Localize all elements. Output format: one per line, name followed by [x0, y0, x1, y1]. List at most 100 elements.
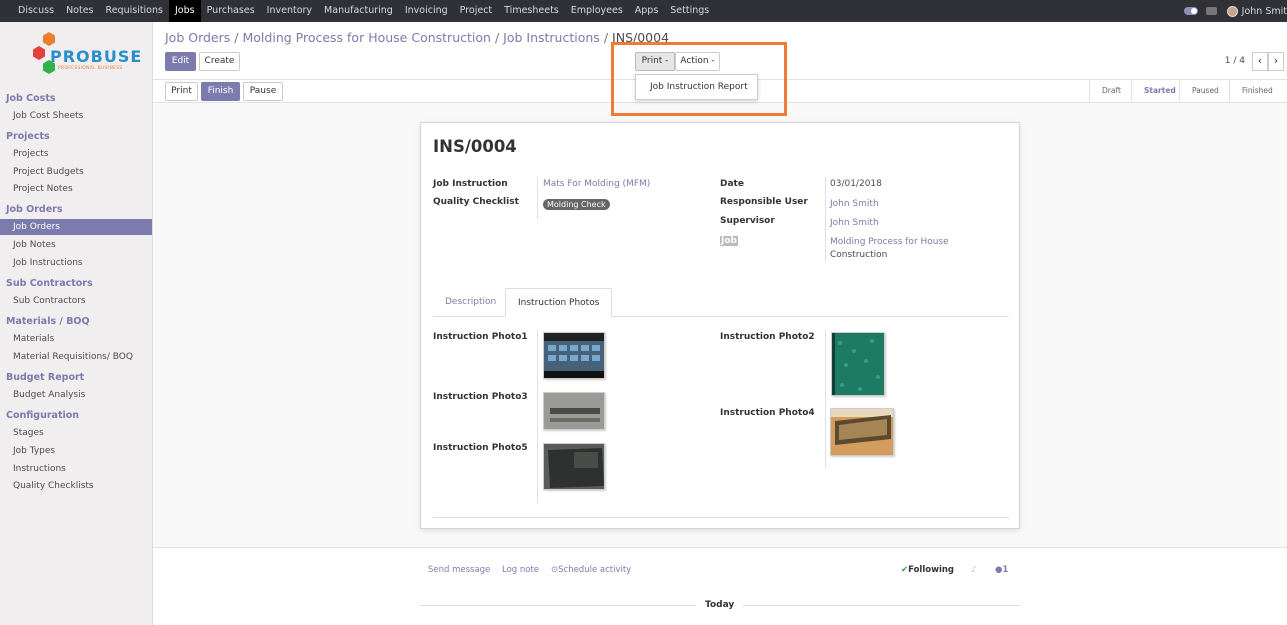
- print-button[interactable]: Print: [165, 82, 198, 101]
- label-instruction-photo4: Instruction Photo4: [720, 408, 815, 418]
- stage-draft[interactable]: Draft: [1089, 80, 1131, 102]
- stage-started[interactable]: Started: [1131, 80, 1179, 102]
- sidebar-item-job-notes[interactable]: Job Notes: [0, 237, 152, 253]
- schedule-activity-link[interactable]: ⊙Schedule activity: [551, 565, 631, 575]
- menu-project[interactable]: Project: [454, 0, 499, 22]
- breadcrumb-separator: /: [494, 30, 500, 45]
- sidebar-item-quality-checklists[interactable]: Quality Checklists: [0, 478, 152, 494]
- label-instruction-photo1: Instruction Photo1: [433, 332, 528, 342]
- label-date: Date: [720, 179, 744, 189]
- section-projects: Projects: [6, 131, 50, 142]
- sidebar-item-instructions[interactable]: Instructions: [0, 461, 152, 477]
- section-sub-contractors: Sub Contractors: [6, 278, 93, 289]
- user-menu[interactable]: John Smit: [1242, 6, 1287, 17]
- sidebar-item-projects[interactable]: Projects: [0, 146, 152, 162]
- photo2-thumbnail-icon: [832, 333, 884, 395]
- menu-notes[interactable]: Notes: [60, 0, 99, 22]
- field-divider: [537, 177, 538, 219]
- app-menu: Discuss Notes Requisitions Jobs Purchase…: [0, 0, 715, 22]
- breadcrumb-job-instructions[interactable]: Job Instructions: [503, 30, 600, 45]
- field-date[interactable]: 03/01/2018: [830, 179, 882, 189]
- logo-tagline: PROFESSIONAL BUSINESS: [58, 66, 123, 71]
- section-job-costs: Job Costs: [6, 93, 56, 104]
- sidebar-item-job-instructions[interactable]: Job Instructions: [0, 255, 152, 271]
- field-divider: [825, 330, 826, 468]
- label-job: Job: [720, 236, 738, 246]
- logo-hex-icon: [43, 32, 55, 46]
- quality-checklist-tag[interactable]: Molding Check: [543, 199, 610, 210]
- sidebar-item-project-budgets[interactable]: Project Budgets: [0, 164, 152, 180]
- chatter: Send message Log note ⊙Schedule activity…: [153, 547, 1287, 625]
- photo5-thumbnail-icon: [544, 444, 604, 489]
- section-configuration: Configuration: [6, 410, 80, 421]
- today-separator: Today: [705, 600, 735, 610]
- sidebar-item-materials[interactable]: Materials: [0, 331, 152, 347]
- stage-finished[interactable]: Finished: [1229, 80, 1287, 102]
- label-instruction-photo2: Instruction Photo2: [720, 332, 815, 342]
- tab-instruction-photos[interactable]: Instruction Photos: [505, 288, 613, 317]
- label-quality-checklist: Quality Checklist: [433, 197, 519, 207]
- photo1-thumbnail-icon: [544, 333, 604, 378]
- instruction-photo5-image[interactable]: [543, 443, 605, 490]
- finish-button[interactable]: Finish: [201, 82, 240, 101]
- menu-timesheets[interactable]: Timesheets: [498, 0, 565, 22]
- menu-employees[interactable]: Employees: [565, 0, 629, 22]
- sidebar-item-budget-analysis[interactable]: Budget Analysis: [0, 387, 152, 403]
- systray: John Smit: [1183, 0, 1287, 22]
- label-supervisor: Supervisor: [720, 216, 775, 226]
- field-divider: [825, 177, 826, 261]
- sidebar-item-sub-contractors[interactable]: Sub Contractors: [0, 293, 152, 309]
- sidebar-item-project-notes[interactable]: Project Notes: [0, 181, 152, 197]
- field-responsible-user[interactable]: John Smith: [830, 199, 879, 209]
- pager-previous-button[interactable]: ‹: [1252, 52, 1268, 71]
- menu-invoicing[interactable]: Invoicing: [399, 0, 454, 22]
- instruction-photo2-image[interactable]: [831, 332, 885, 396]
- breadcrumb: Job Orders / Molding Process for House C…: [165, 30, 669, 45]
- bell-icon[interactable]: ♪: [971, 565, 976, 575]
- tab-description[interactable]: Description: [433, 288, 508, 317]
- logo-text: PROBUSE: [50, 47, 143, 66]
- pause-button[interactable]: Pause: [243, 82, 283, 101]
- pager-value: 1 / 4: [1224, 56, 1245, 66]
- stage-paused[interactable]: Paused: [1179, 80, 1229, 102]
- avatar[interactable]: [1226, 5, 1238, 17]
- followers-count: 1: [1002, 565, 1009, 575]
- followers-button[interactable]: ●1: [995, 565, 1008, 575]
- menu-inventory[interactable]: Inventory: [261, 0, 318, 22]
- sidebar-item-job-types[interactable]: Job Types: [0, 443, 152, 459]
- menu-settings[interactable]: Settings: [664, 0, 715, 22]
- menu-requisitions[interactable]: Requisitions: [100, 0, 169, 22]
- field-job-instruction[interactable]: Mats For Molding (MFM): [543, 179, 650, 189]
- instruction-photo1-image[interactable]: [543, 332, 605, 379]
- menu-purchases[interactable]: Purchases: [201, 0, 261, 22]
- sidebar-item-stages[interactable]: Stages: [0, 425, 152, 441]
- edit-button[interactable]: Edit: [165, 52, 196, 71]
- instruction-photo3-image[interactable]: [543, 392, 605, 430]
- pager-next-button[interactable]: ›: [1268, 52, 1284, 71]
- menu-jobs[interactable]: Jobs: [168, 0, 201, 22]
- label-responsible-user: Responsible User: [720, 197, 808, 207]
- sidebar-item-job-cost-sheets[interactable]: Job Cost Sheets: [0, 108, 152, 124]
- send-message-link[interactable]: Send message: [428, 565, 490, 575]
- log-note-link[interactable]: Log note: [502, 565, 539, 575]
- field-supervisor[interactable]: John Smith: [830, 218, 879, 228]
- menu-discuss[interactable]: Discuss: [12, 0, 60, 22]
- sheet-divider: [433, 517, 1009, 518]
- chat-icon[interactable]: [1205, 7, 1217, 15]
- breadcrumb-job[interactable]: Molding Process for House Construction: [243, 30, 491, 45]
- menu-apps[interactable]: Apps: [629, 0, 665, 22]
- toggle-icon[interactable]: [1183, 7, 1198, 15]
- following-button[interactable]: ✔Following ♪: [901, 565, 976, 575]
- breadcrumb-separator: /: [234, 30, 239, 45]
- photo4-thumbnail-icon: [831, 409, 893, 455]
- menu-manufacturing[interactable]: Manufacturing: [318, 0, 399, 22]
- create-button[interactable]: Create: [199, 52, 240, 71]
- field-job[interactable]: Molding Process for House: [830, 237, 949, 247]
- breadcrumb-job-orders[interactable]: Job Orders: [165, 30, 230, 45]
- logo-hex-icon: [33, 46, 45, 60]
- date-separator-line: [743, 605, 1020, 606]
- probuse-logo: PROBUSE PROFESSIONAL BUSINESS: [30, 32, 141, 92]
- sidebar-item-material-requisitions[interactable]: Material Requisitions/ BOQ: [0, 349, 152, 365]
- instruction-photo4-image[interactable]: [830, 408, 894, 456]
- sidebar-item-job-orders[interactable]: Job Orders: [0, 219, 152, 235]
